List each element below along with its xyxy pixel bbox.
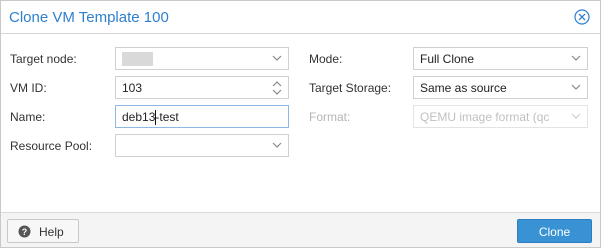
format-select: QEMU image format (qc bbox=[413, 105, 588, 128]
close-icon[interactable] bbox=[574, 9, 590, 25]
target-node-select[interactable] bbox=[115, 47, 289, 70]
mode-value[interactable]: Full Clone bbox=[420, 52, 474, 66]
chevron-down-icon[interactable] bbox=[270, 51, 284, 65]
target-storage-select[interactable]: Same as source bbox=[413, 76, 588, 99]
target-node-value-redacted bbox=[122, 52, 153, 66]
dialog-header: Clone VM Template 100 bbox=[1, 1, 600, 34]
chevron-down-icon[interactable] bbox=[569, 80, 583, 94]
name-value[interactable]: deb13-test bbox=[122, 110, 179, 124]
chevron-down-icon[interactable] bbox=[569, 51, 583, 65]
question-circle-icon: ? bbox=[18, 225, 31, 238]
vm-id-value[interactable]: 103 bbox=[122, 81, 142, 95]
chevron-down-icon bbox=[569, 109, 583, 123]
dialog-footer: ? Help Clone bbox=[1, 212, 600, 247]
clone-button[interactable]: Clone bbox=[517, 219, 592, 243]
help-button-label: Help bbox=[39, 225, 64, 239]
format-label: Format: bbox=[309, 110, 351, 124]
target-storage-value[interactable]: Same as source bbox=[420, 81, 507, 95]
dialog-title: Clone VM Template 100 bbox=[9, 9, 169, 26]
vm-id-spinner[interactable]: 103 bbox=[115, 76, 289, 99]
name-input[interactable]: deb13-test bbox=[115, 105, 289, 128]
svg-text:?: ? bbox=[22, 227, 28, 237]
vm-id-label: VM ID: bbox=[10, 81, 47, 95]
clone-button-label: Clone bbox=[538, 225, 571, 239]
format-value: QEMU image format (qc bbox=[420, 110, 550, 124]
clone-form: Target node: VM ID: 103 Name: deb13-test… bbox=[1, 34, 600, 212]
spinner-arrows-icon[interactable] bbox=[270, 80, 284, 95]
chevron-down-icon[interactable] bbox=[270, 138, 284, 152]
name-label: Name: bbox=[10, 110, 46, 124]
resource-pool-label: Resource Pool: bbox=[10, 139, 93, 153]
mode-label: Mode: bbox=[309, 52, 343, 66]
target-storage-label: Target Storage: bbox=[309, 81, 392, 95]
mode-select[interactable]: Full Clone bbox=[413, 47, 588, 70]
clone-vm-dialog: Clone VM Template 100 Target node: VM ID… bbox=[0, 0, 601, 248]
help-button[interactable]: ? Help bbox=[7, 219, 79, 243]
resource-pool-select[interactable] bbox=[115, 134, 289, 157]
target-node-label: Target node: bbox=[10, 52, 77, 66]
text-caret bbox=[155, 110, 157, 125]
